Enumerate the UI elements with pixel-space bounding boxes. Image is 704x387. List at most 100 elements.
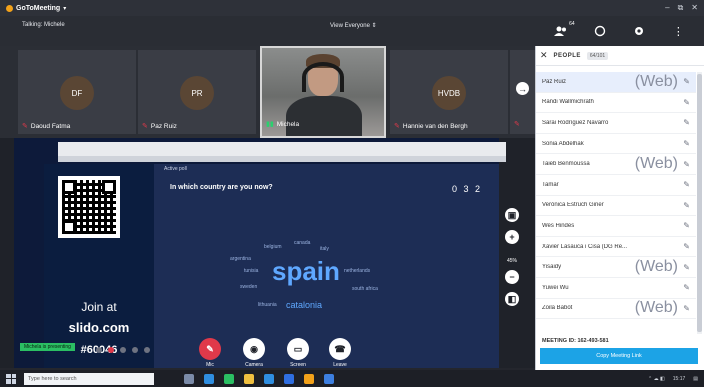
- people-count-tab[interactable]: 64/101: [586, 51, 609, 60]
- fit-screen-icon[interactable]: ◧: [505, 292, 519, 306]
- people-icon[interactable]: 64: [553, 21, 575, 39]
- participant-tile[interactable]: PR ✎ Paz Ruiz: [138, 50, 256, 134]
- participant-video-tile[interactable]: ▮▮ Michela: [260, 46, 386, 138]
- mic-muted-icon[interactable]: ✎: [678, 201, 690, 210]
- explorer-icon[interactable]: [244, 373, 254, 384]
- app-title[interactable]: GoToMeeting: [16, 5, 60, 12]
- minimize-button[interactable]: –: [665, 3, 669, 13]
- close-icon[interactable]: ✕: [540, 50, 548, 61]
- people-list-item[interactable]: Sarai Rodríguez Navarro ✎: [536, 113, 696, 134]
- people-list-item[interactable]: Xavier Lasauca i Cisa (DG Re... ✎: [536, 237, 696, 258]
- edge-icon[interactable]: [204, 373, 214, 384]
- zoom-out-icon[interactable]: −: [505, 270, 519, 284]
- response-count: 0 3 2: [452, 184, 483, 194]
- participant-name: Paz Ruiz: [150, 122, 177, 130]
- screen-button[interactable]: ▭ Screen: [278, 338, 318, 368]
- mic-muted-icon[interactable]: ✎: [678, 139, 690, 148]
- task-view-icon[interactable]: [184, 373, 194, 384]
- join-url: slido.com: [68, 320, 130, 335]
- mic-muted-icon[interactable]: ✎: [678, 98, 690, 107]
- next-participants-icon[interactable]: →: [516, 82, 529, 95]
- people-list-item[interactable]: Wes Hindes ✎: [536, 216, 696, 237]
- tray-icons[interactable]: ⌃ ☁ ◧: [648, 376, 665, 382]
- window-controls: – ⧉ ✕: [665, 3, 698, 13]
- screenshot-icon[interactable]: ▣: [505, 208, 519, 222]
- mic-muted-icon: ✎: [394, 123, 400, 130]
- people-panel-header: ✕ PEOPLE 64/101: [536, 46, 704, 66]
- chrome-icon[interactable]: [224, 373, 234, 384]
- mic-button[interactable]: ✎ Mic: [190, 338, 230, 368]
- leave-button[interactable]: ☎ Leave: [320, 338, 360, 368]
- restore-button[interactable]: ⧉: [678, 3, 684, 13]
- zoom-in-icon[interactable]: +: [505, 230, 519, 244]
- shared-screen-stage: Join at slido.com #60046 Active poll In …: [0, 138, 535, 368]
- participant-tile[interactable]: HVDB ✎ Hannie van den Bergh: [390, 50, 508, 134]
- participant-name: Hannie van den Bergh: [402, 122, 468, 130]
- people-list-item[interactable]: Verónica Estruch Giner ✎: [536, 196, 696, 217]
- notifications-icon[interactable]: ▤: [693, 376, 698, 382]
- person-name: Paz Ruiz: [542, 78, 567, 85]
- people-list-item[interactable]: Sonia Abdelhak ✎: [536, 134, 696, 155]
- people-list-item[interactable]: Paz Ruiz (Web) ✎: [536, 72, 696, 93]
- copy-meeting-link-button[interactable]: Copy Meeting Link: [540, 348, 698, 364]
- person-tag: (Web): [634, 258, 678, 276]
- active-poll-label: Active poll: [164, 166, 187, 172]
- mic-muted-icon[interactable]: ✎: [678, 242, 690, 251]
- taskbar-search-input[interactable]: Type here to search: [24, 372, 154, 385]
- shared-screen: Join at slido.com #60046 Active poll In …: [14, 138, 506, 368]
- windows-start-icon[interactable]: [6, 373, 16, 384]
- view-everyone-select[interactable]: View Everyone ⇕: [330, 22, 377, 29]
- poll-question: In which country are you now?: [170, 184, 273, 191]
- word-cloud-word: tunisia: [244, 268, 259, 274]
- word-cloud-word: italy: [320, 246, 329, 252]
- presenter-mini-toolbar: [96, 347, 150, 353]
- people-list-item[interactable]: Tamar ✎: [536, 175, 696, 196]
- mic-muted-icon[interactable]: ✎: [678, 263, 690, 272]
- camera-icon[interactable]: [592, 23, 608, 39]
- outlook-icon[interactable]: [264, 373, 274, 384]
- windows-taskbar: Type here to search ⌃ ☁ ◧ 15:17 ▤: [0, 370, 704, 387]
- settings-icon[interactable]: [631, 23, 647, 39]
- mic-muted-icon[interactable]: ✎: [678, 160, 690, 169]
- people-scrollbar[interactable]: [697, 72, 702, 334]
- mic-muted-icon[interactable]: ✎: [678, 221, 690, 230]
- people-list-item[interactable]: Zoila Babot (Web) ✎: [536, 299, 696, 320]
- video-person: [286, 96, 362, 136]
- word-cloud-word: spain: [272, 256, 340, 286]
- mini-toolbar-icon[interactable]: [120, 347, 126, 353]
- more-icon[interactable]: ⋮: [670, 23, 686, 39]
- participant-strip: ← DF ✎ Daoud Fatma PR ✎ Paz Ruiz ▮▮ Mich…: [0, 46, 535, 138]
- gotomeeting-taskbar-icon[interactable]: [304, 373, 314, 384]
- mic-muted-icon[interactable]: ✎: [678, 304, 690, 313]
- mini-toolbar-icon[interactable]: [108, 347, 114, 353]
- participant-tile[interactable]: DF ✎ Daoud Fatma: [18, 50, 136, 134]
- mic-muted-icon[interactable]: ✎: [678, 283, 690, 292]
- app-menu-caret-icon[interactable]: ▾: [63, 5, 66, 12]
- person-name: Yuwei Wu: [542, 284, 569, 291]
- camera-button[interactable]: ◉ Camera: [234, 338, 274, 368]
- talking-indicator: Talking: Michele: [22, 22, 65, 28]
- people-list-item[interactable]: Taieb Benmoussa (Web) ✎: [536, 154, 696, 175]
- mini-toolbar-icon[interactable]: [144, 347, 150, 353]
- mic-muted-icon[interactable]: ✎: [678, 77, 690, 86]
- person-name: Taieb Benmoussa: [542, 161, 590, 168]
- join-at-label: Join at: [81, 300, 117, 314]
- scrollbar-thumb[interactable]: [697, 74, 702, 332]
- mic-label: Mic: [206, 362, 214, 368]
- people-list-item[interactable]: Randi Wallmichrath ✎: [536, 93, 696, 114]
- mic-muted-icon: ✎: [514, 121, 520, 128]
- clock[interactable]: 15:17: [673, 376, 686, 382]
- people-list-item[interactable]: Yisaidy (Web) ✎: [536, 257, 696, 278]
- word-icon[interactable]: [284, 373, 294, 384]
- mic-muted-icon[interactable]: ✎: [678, 180, 690, 189]
- mic-muted-icon[interactable]: ✎: [678, 118, 690, 127]
- leave-icon: ☎: [329, 338, 351, 360]
- person-name: Sonia Abdelhak: [542, 140, 584, 147]
- system-tray: ⌃ ☁ ◧ 15:17 ▤: [648, 376, 698, 382]
- person-name: Yisaidy: [542, 264, 562, 271]
- mini-toolbar-icon[interactable]: [96, 347, 102, 353]
- people-list-item[interactable]: Yuwei Wu ✎: [536, 278, 696, 299]
- teams-icon[interactable]: [324, 373, 334, 384]
- mini-toolbar-icon[interactable]: [132, 347, 138, 353]
- close-button[interactable]: ✕: [691, 3, 698, 13]
